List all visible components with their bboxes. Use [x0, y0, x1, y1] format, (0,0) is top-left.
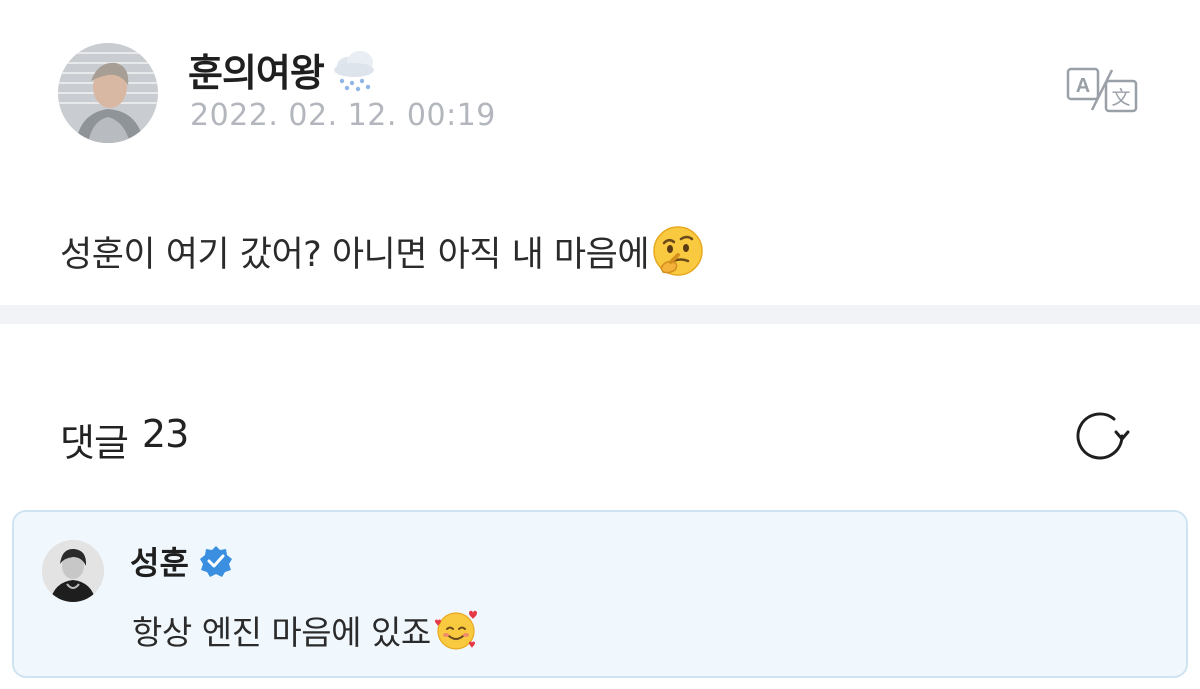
- refresh-icon: [1076, 412, 1130, 460]
- comment-avatar-image: [42, 540, 104, 602]
- author-name-text: 훈의여왕: [188, 51, 325, 95]
- comment-author[interactable]: 성훈: [130, 538, 233, 584]
- comment-avatar[interactable]: [42, 540, 104, 602]
- thinking-face-icon: [653, 226, 703, 276]
- comments-count: 23: [141, 412, 189, 456]
- smiling-face-with-hearts-icon: [434, 610, 477, 650]
- comment-author-name: 성훈: [130, 544, 189, 582]
- avatar-image: [58, 43, 158, 143]
- svg-text:A: A: [1076, 75, 1090, 97]
- translate-button[interactable]: A 文: [1066, 66, 1138, 114]
- section-divider: [0, 305, 1200, 324]
- cloud-snow-icon: [328, 48, 380, 92]
- comments-header: 댓글 23: [60, 412, 189, 467]
- verified-badge-icon: [199, 546, 232, 577]
- refresh-button[interactable]: [1072, 408, 1134, 464]
- svg-text:文: 文: [1111, 87, 1130, 109]
- comment-text: 항상 엔진 마음에 있죠: [132, 613, 431, 652]
- comment-item[interactable]: 성훈 항상 엔진 마음에 있죠: [12, 510, 1188, 678]
- translate-icon: A 文: [1066, 67, 1138, 113]
- author-name[interactable]: 훈의여왕: [188, 42, 380, 97]
- post-body: 성훈이 여기 갔어? 아니면 아직 내 마음에: [60, 224, 705, 278]
- post-card: 훈의여왕 2022. 02. 12. 00:19 A 文 성훈이 여기 갔어? …: [0, 0, 1200, 305]
- comments-label: 댓글: [60, 421, 129, 465]
- comment-body: 항상 엔진 마음에 있죠: [132, 606, 479, 654]
- author-avatar[interactable]: [58, 43, 158, 143]
- post-timestamp: 2022. 02. 12. 00:19: [190, 98, 496, 133]
- post-body-text: 성훈이 여기 갔어? 아니면 아직 내 마음에: [60, 234, 650, 275]
